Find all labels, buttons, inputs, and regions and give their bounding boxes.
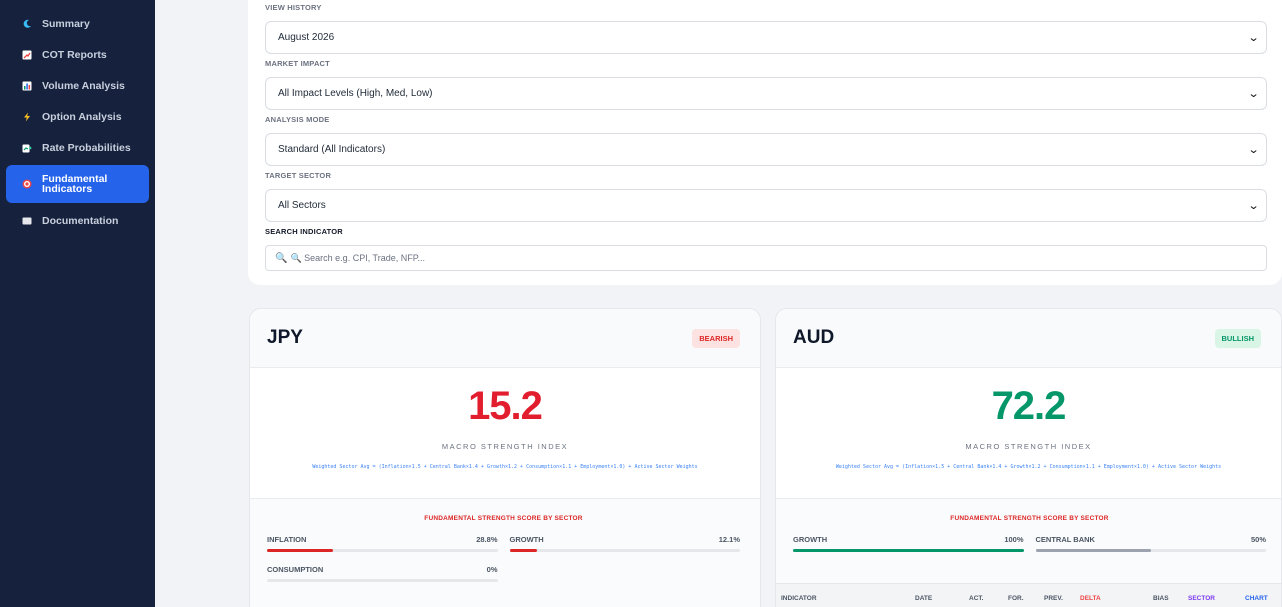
column-header-previous[interactable]: PREV. bbox=[1044, 595, 1063, 602]
sidebar-item-label: Documentation bbox=[42, 214, 119, 227]
sector-track bbox=[267, 579, 498, 582]
filters-panel: VIEW HISTORY August 2026 ⌄ MARKET IMPACT… bbox=[248, 0, 1282, 285]
sector-track bbox=[793, 549, 1024, 552]
sector-fill bbox=[1035, 549, 1151, 552]
sector-name: CONSUMPTION bbox=[267, 565, 324, 574]
score-panel: 72.2 MACRO STRENGTH INDEX Weighted Secto… bbox=[776, 368, 1281, 499]
sector-bar-central-bank: CENTRAL BANK 50% bbox=[1035, 535, 1266, 552]
search-placeholder: 🔍 Search e.g. CPI, Trade, NFP... bbox=[290, 252, 426, 263]
lightning-icon bbox=[22, 112, 32, 122]
column-header-indicator[interactable]: INDICATOR bbox=[781, 595, 817, 602]
sector-fill bbox=[267, 549, 334, 552]
sidebar-item-label: Fundamental Indicators bbox=[42, 173, 108, 195]
moon-icon bbox=[22, 19, 32, 29]
currency-card-jpy: JPY BEARISH 15.2 MACRO STRENGTH INDEX We… bbox=[249, 308, 761, 607]
formula-text: Weighted Sector Avg = (Inflation×1.5 + C… bbox=[835, 464, 1222, 470]
sector-pct: 100% bbox=[1004, 535, 1024, 544]
column-header-delta[interactable]: DELTA bbox=[1080, 595, 1101, 602]
indicator-table-header: INDICATOR DATE ACT. FOR. PREV. DELTA BIA… bbox=[776, 583, 1281, 607]
sidebar-item-label: Rate Probabilities bbox=[42, 141, 131, 154]
macro-strength-label: MACRO STRENGTH INDEX bbox=[441, 442, 569, 451]
sector-pct: 28.8% bbox=[476, 535, 498, 544]
sector-fill bbox=[509, 549, 538, 552]
chevron-down-icon: ⌄ bbox=[1247, 88, 1260, 100]
bias-badge: BULLISH bbox=[1214, 328, 1261, 348]
sidebar-item-documentation[interactable]: Documentation bbox=[6, 205, 149, 236]
target-sector-select[interactable]: All Sectors ⌄ bbox=[265, 189, 1267, 222]
sector-scores: FUNDAMENTAL STRENGTH SCORE BY SECTOR GRO… bbox=[776, 499, 1281, 583]
currency-code: AUD bbox=[793, 327, 835, 348]
market-impact-select[interactable]: All Impact Levels (High, Med, Low) ⌄ bbox=[265, 77, 1267, 110]
sidebar-item-label: Summary bbox=[42, 17, 90, 30]
sector-bar-consumption: CONSUMPTION 0% bbox=[267, 565, 498, 582]
column-header-forecast[interactable]: FOR. bbox=[1008, 595, 1024, 602]
sector-name: CENTRAL BANK bbox=[1035, 535, 1095, 544]
search-indicator-label: SEARCH INDICATOR bbox=[265, 227, 343, 236]
column-header-chart[interactable]: CHART bbox=[1245, 595, 1268, 602]
sector-pct: 0% bbox=[486, 565, 498, 574]
sidebar-item-label: Option Analysis bbox=[42, 110, 122, 123]
sidebar-item-volume-analysis[interactable]: Volume Analysis bbox=[6, 70, 149, 101]
column-header-date[interactable]: DATE bbox=[915, 595, 932, 602]
sector-track bbox=[509, 549, 740, 552]
sector-track bbox=[1035, 549, 1266, 552]
sector-name: INFLATION bbox=[267, 535, 307, 544]
chevron-down-icon: ⌄ bbox=[1247, 200, 1260, 212]
sector-pct: 12.1% bbox=[718, 535, 740, 544]
chart-up-icon bbox=[22, 50, 32, 60]
formula-text: Weighted Sector Avg = (Inflation×1.5 + C… bbox=[312, 464, 698, 470]
column-header-bias[interactable]: BIAS bbox=[1153, 595, 1169, 602]
sidebar-item-cot-reports[interactable]: COT Reports bbox=[6, 39, 149, 70]
sector-pct: 50% bbox=[1250, 535, 1266, 544]
target-sector-label: TARGET SECTOR bbox=[265, 171, 332, 180]
bias-badge: BEARISH bbox=[692, 328, 740, 348]
macro-strength-score: 15.2 bbox=[468, 384, 543, 428]
currency-card-aud: AUD BULLISH 72.2 MACRO STRENGTH INDEX We… bbox=[775, 308, 1282, 607]
analysis-mode-select[interactable]: Standard (All Indicators) ⌄ bbox=[265, 133, 1267, 166]
trend-chart-icon bbox=[22, 143, 32, 153]
sector-bar-growth: GROWTH 100% bbox=[793, 535, 1024, 552]
sector-bar-inflation: INFLATION 28.8% bbox=[267, 535, 498, 552]
sector-track bbox=[267, 549, 498, 552]
column-header-sector[interactable]: SECTOR bbox=[1188, 595, 1215, 602]
sidebar: Summary COT Reports Volume Analysis Opti… bbox=[0, 0, 155, 607]
document-icon bbox=[22, 216, 32, 226]
card-header: AUD BULLISH bbox=[776, 309, 1281, 368]
target-sector-value: All Sectors bbox=[278, 200, 326, 211]
sector-name: GROWTH bbox=[793, 535, 828, 544]
score-panel: 15.2 MACRO STRENGTH INDEX Weighted Secto… bbox=[250, 368, 760, 499]
card-header: JPY BEARISH bbox=[250, 309, 760, 368]
search-icon: 🔍 bbox=[275, 252, 288, 264]
sector-name: GROWTH bbox=[509, 535, 544, 544]
sidebar-item-label: COT Reports bbox=[42, 48, 107, 61]
sidebar-item-summary[interactable]: Summary bbox=[6, 8, 149, 39]
view-history-value: August 2026 bbox=[278, 32, 335, 43]
analysis-mode-value: Standard (All Indicators) bbox=[278, 144, 386, 155]
market-impact-value: All Impact Levels (High, Med, Low) bbox=[278, 88, 433, 99]
sector-scores: FUNDAMENTAL STRENGTH SCORE BY SECTOR INF… bbox=[250, 499, 760, 607]
bar-chart-icon bbox=[22, 81, 32, 91]
sidebar-item-fundamental-indicators[interactable]: Fundamental Indicators bbox=[6, 165, 149, 203]
currency-code: JPY bbox=[267, 327, 303, 348]
search-input[interactable]: 🔍 🔍 Search e.g. CPI, Trade, NFP... bbox=[265, 245, 1267, 271]
chevron-down-icon: ⌄ bbox=[1247, 32, 1260, 44]
sector-bar-growth: GROWTH 12.1% bbox=[509, 535, 740, 552]
macro-strength-score: 72.2 bbox=[991, 384, 1067, 428]
macro-strength-label: MACRO STRENGTH INDEX bbox=[965, 442, 1092, 451]
view-history-select[interactable]: August 2026 ⌄ bbox=[265, 21, 1267, 54]
analysis-mode-label: ANALYSIS MODE bbox=[265, 115, 330, 124]
chevron-down-icon: ⌄ bbox=[1247, 144, 1260, 156]
target-icon bbox=[22, 179, 32, 189]
sidebar-item-option-analysis[interactable]: Option Analysis bbox=[6, 101, 149, 132]
market-impact-label: MARKET IMPACT bbox=[265, 59, 330, 68]
column-header-actual[interactable]: ACT. bbox=[969, 595, 983, 602]
sidebar-item-label: Volume Analysis bbox=[42, 79, 125, 92]
sidebar-item-rate-probabilities[interactable]: Rate Probabilities bbox=[6, 132, 149, 163]
view-history-label: VIEW HISTORY bbox=[265, 3, 322, 12]
sector-fill bbox=[793, 549, 1024, 552]
sector-title: FUNDAMENTAL STRENGTH SCORE BY SECTOR bbox=[950, 515, 1109, 522]
sector-title: FUNDAMENTAL STRENGTH SCORE BY SECTOR bbox=[424, 515, 583, 522]
